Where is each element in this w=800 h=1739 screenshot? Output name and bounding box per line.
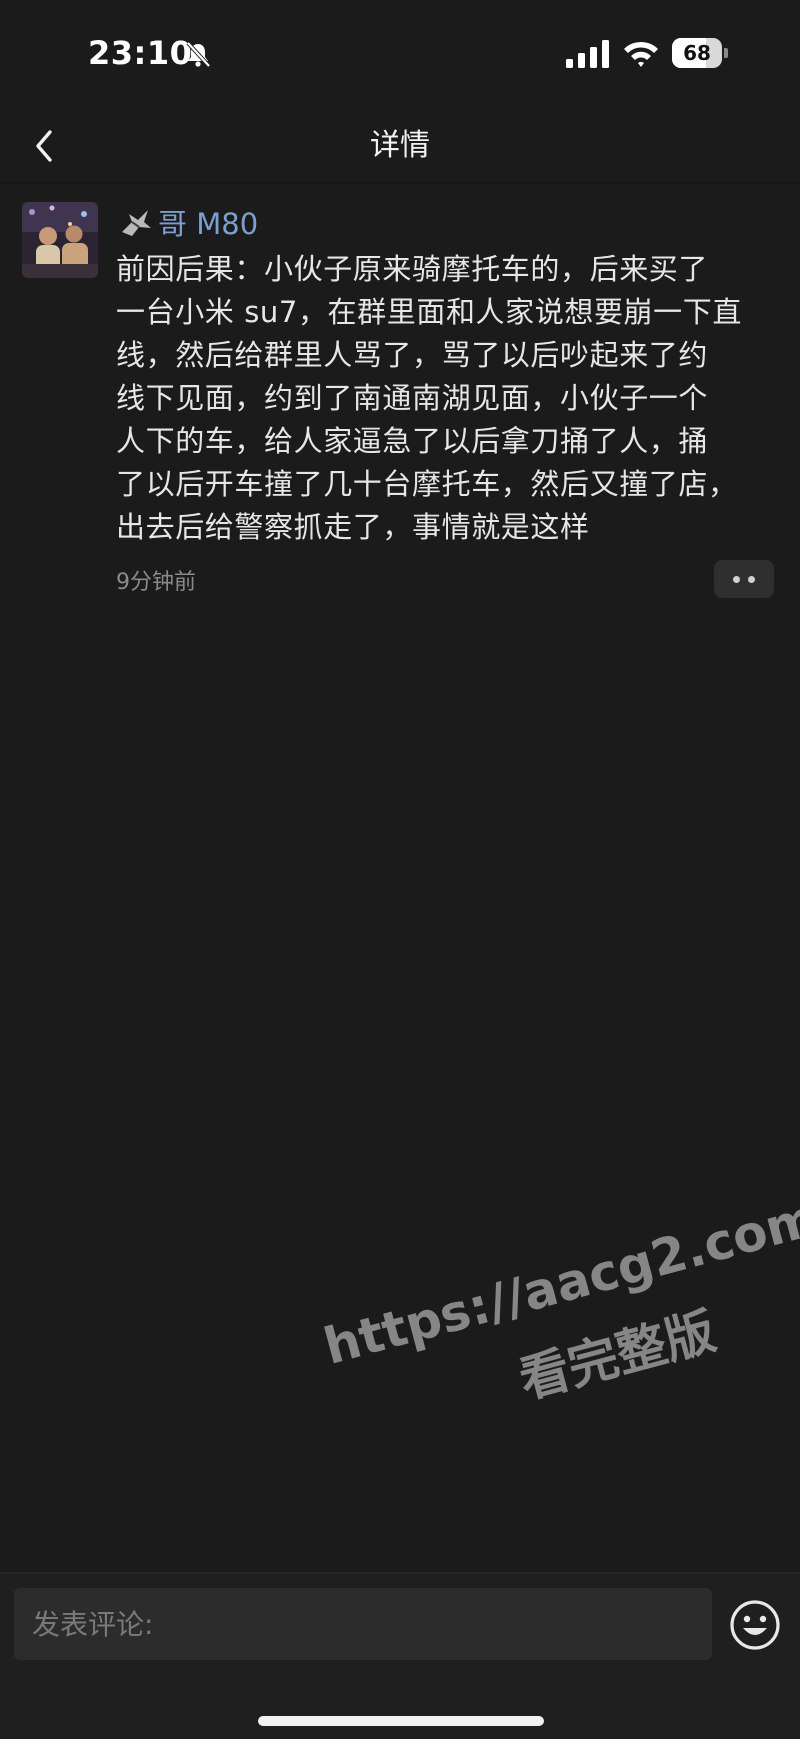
comment-line: 线，然后给群里人骂了，骂了以后吵起来了约 [116, 338, 709, 372]
comment-timestamp: 9分钟前 [116, 570, 196, 595]
username: 哥 M80 [158, 207, 259, 241]
comment-line: 前因后果：小伙子原来骑摩托车的，后来买了 [116, 252, 709, 286]
page-title: 详情 [370, 128, 430, 163]
battery-icon: 68 [672, 38, 728, 68]
comment-input[interactable] [14, 1588, 712, 1660]
comment-line: 了以后开车撞了几十台摩托车，然后又撞了店， [116, 467, 738, 501]
status-time: 23:10 [88, 34, 193, 72]
cellular-signal-icon [566, 40, 609, 68]
detail-screen: 23:10 68 详情 哥 M80 前因后果：小伙子原来骑摩托车的，后来买了 一… [0, 0, 800, 1739]
comment-line: 一台小米 su7，在群里面和人家说想要崩一下直 [116, 295, 742, 329]
divider [0, 182, 800, 184]
emoji-smile-icon[interactable] [728, 1598, 782, 1652]
comment-line: 线下见面，约到了南通南湖见面，小伙子一个 [116, 381, 709, 415]
watermark: https://aacg2.com 看完整版 [318, 1185, 800, 1513]
comment-line: 出去后给警察抓走了，事情就是这样 [116, 510, 590, 544]
nav-bar: 详情 [0, 110, 800, 182]
bird-badge-icon [122, 210, 151, 236]
wifi-icon [624, 41, 658, 67]
comment-line: 人下的车，给人家逼急了以后拿刀捅了人，捅 [116, 424, 709, 458]
comment-text: 前因后果：小伙子原来骑摩托车的，后来买了 一台小米 su7，在群里面和人家说想要… [116, 248, 780, 549]
chevron-left-icon[interactable] [22, 122, 70, 170]
bell-muted-icon [186, 41, 211, 68]
avatar[interactable] [22, 202, 98, 278]
username-row[interactable]: 哥 M80 [118, 202, 258, 242]
battery-level-text: 68 [683, 41, 711, 65]
status-bar: 23:10 68 [0, 0, 800, 110]
home-indicator[interactable] [258, 1716, 544, 1726]
comment-input-bar [0, 1572, 800, 1739]
more-dots-icon[interactable] [714, 560, 774, 598]
